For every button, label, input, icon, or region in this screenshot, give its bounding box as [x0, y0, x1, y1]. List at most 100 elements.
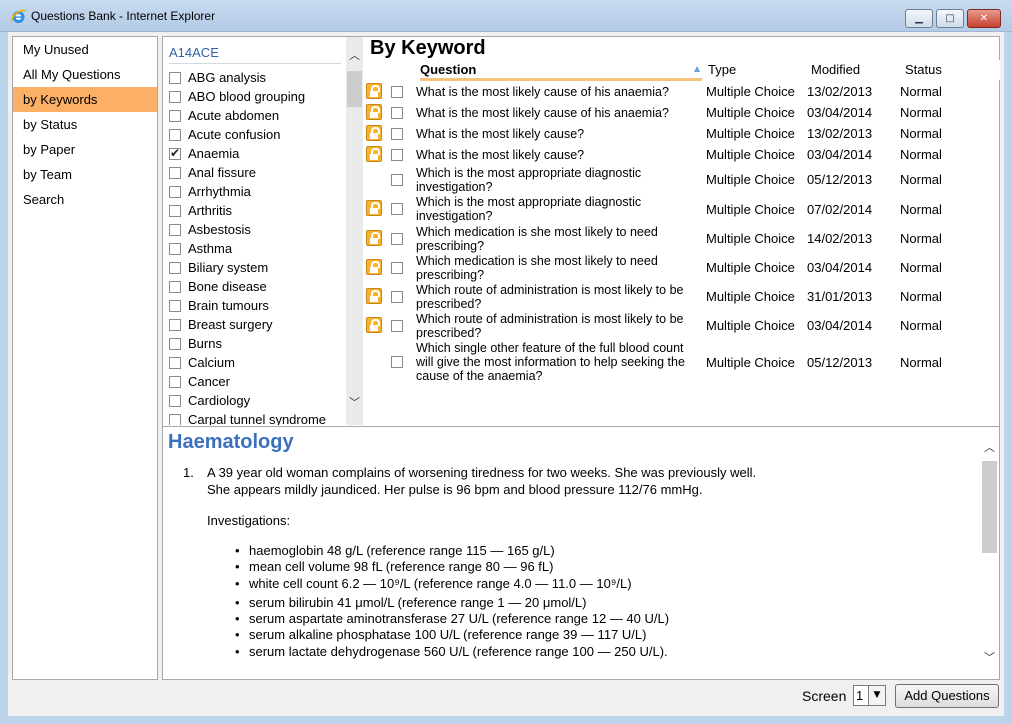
- scroll-up-icon[interactable]: ︿: [981, 439, 998, 456]
- question-checkbox[interactable]: [391, 356, 403, 368]
- keyword-checkbox[interactable]: [169, 71, 181, 84]
- keyword-item[interactable]: Biliary system: [163, 258, 347, 277]
- close-button[interactable]: ✕: [967, 9, 1001, 28]
- keyword-checkbox[interactable]: [169, 128, 181, 141]
- keyword-checkbox[interactable]: [169, 185, 181, 198]
- keyword-scrollbar[interactable]: ︿ ﹀: [346, 37, 363, 425]
- question-checkbox[interactable]: [391, 86, 403, 98]
- question-row[interactable]: Which is the most appropriate diagnostic…: [364, 194, 1000, 224]
- question-checkbox[interactable]: [391, 233, 403, 245]
- keyword-checkbox[interactable]: [169, 413, 181, 425]
- question-row[interactable]: What is the most likely cause of his ana…: [364, 102, 1000, 123]
- question-row[interactable]: Which medication is she most likely to n…: [364, 253, 1000, 282]
- question-row[interactable]: What is the most likely cause? Multiple C…: [364, 144, 1000, 165]
- chevron-down-icon[interactable]: ▼: [868, 686, 885, 705]
- nav-search[interactable]: Search: [13, 187, 157, 212]
- keyword-item[interactable]: Burns: [163, 334, 347, 353]
- keyword-checkbox[interactable]: [169, 299, 181, 312]
- keyword-checkbox[interactable]: [169, 242, 181, 255]
- nav-by-status[interactable]: by Status: [13, 112, 157, 137]
- keyword-item[interactable]: Cancer: [163, 372, 347, 391]
- question-modified: 03/04/2014: [807, 318, 873, 333]
- question-checkbox[interactable]: [391, 262, 403, 274]
- nav-my-unused[interactable]: My Unused: [13, 37, 157, 62]
- keyword-checkbox[interactable]: [169, 204, 181, 217]
- keyword-item[interactable]: Carpal tunnel syndrome: [163, 410, 347, 425]
- question-text: Which is the most appropriate diagnostic…: [416, 166, 642, 194]
- keyword-item[interactable]: Asthma: [163, 239, 347, 258]
- keyword-checkbox[interactable]: [169, 356, 181, 369]
- keyword-item[interactable]: Calcium: [163, 353, 347, 372]
- question-checkbox[interactable]: [391, 174, 403, 186]
- question-type: Multiple Choice: [706, 231, 795, 246]
- keyword-item[interactable]: Brain tumours: [163, 296, 347, 315]
- question-preview: Haematology 1. A 39 year old woman compl…: [163, 426, 999, 679]
- keyword-item[interactable]: Anal fissure: [163, 163, 347, 182]
- keyword-item[interactable]: Acute confusion: [163, 125, 347, 144]
- question-row[interactable]: What is the most likely cause? Multiple C…: [364, 123, 1000, 144]
- minimize-button[interactable]: ▁: [905, 9, 933, 28]
- screen-select[interactable]: 1 ▼: [853, 685, 886, 706]
- question-checkbox[interactable]: [391, 149, 403, 161]
- keyword-item[interactable]: Cardiology: [163, 391, 347, 410]
- keyword-checkbox[interactable]: [169, 337, 181, 350]
- column-header-type[interactable]: Type: [708, 62, 736, 77]
- keyword-checkbox[interactable]: [169, 90, 181, 103]
- column-header-modified[interactable]: Modified: [811, 62, 860, 77]
- keyword-checkbox[interactable]: [169, 166, 181, 179]
- keyword-panel: A14ACE ABG analysis ABO blood grouping Acu…: [163, 37, 363, 425]
- question-checkbox[interactable]: [391, 203, 403, 215]
- column-header-question[interactable]: Question: [420, 62, 702, 81]
- keyword-checkbox[interactable]: [169, 375, 181, 388]
- scroll-thumb[interactable]: [347, 71, 362, 107]
- keyword-label: Arrhythmia: [188, 184, 251, 199]
- question-row[interactable]: Which single other feature of the full b…: [364, 340, 1000, 384]
- nav-by-paper[interactable]: by Paper: [13, 137, 157, 162]
- scroll-down-icon[interactable]: ﹀: [346, 394, 363, 411]
- question-row[interactable]: Which route of administration is most li…: [364, 282, 1000, 311]
- keyword-item[interactable]: Acute abdomen: [163, 106, 347, 125]
- nav-by-team[interactable]: by Team: [13, 162, 157, 187]
- question-modified: 03/04/2014: [807, 105, 873, 120]
- investigation-item: serum aspartate aminotransferase 27 U/L …: [235, 611, 669, 626]
- keyword-item[interactable]: Arrhythmia: [163, 182, 347, 201]
- keyword-checkbox[interactable]: [169, 109, 181, 122]
- keyword-label: ABG analysis: [188, 70, 267, 85]
- question-checkbox[interactable]: [391, 291, 403, 303]
- add-questions-button[interactable]: Add Questions: [895, 684, 999, 708]
- preview-scrollbar[interactable]: ︿ ﹀: [981, 435, 998, 673]
- keyword-item[interactable]: Breast surgery: [163, 315, 347, 334]
- nav-by-keywords[interactable]: by Keywords: [13, 87, 157, 112]
- keyword-checkbox[interactable]: [169, 146, 181, 160]
- question-row[interactable]: Which route of administration is most li…: [364, 311, 1000, 340]
- keyword-checkbox[interactable]: [169, 280, 181, 293]
- keyword-label: Cancer: [188, 374, 230, 389]
- keyword-label: Carpal tunnel syndrome: [188, 412, 327, 425]
- keyword-item[interactable]: ABO blood grouping: [163, 87, 347, 106]
- question-type: Multiple Choice: [706, 84, 795, 99]
- keyword-label: Acute confusion: [188, 127, 281, 142]
- scroll-thumb[interactable]: [982, 461, 997, 553]
- keyword-item[interactable]: Arthritis: [163, 201, 347, 220]
- keyword-item[interactable]: Asbestosis: [163, 220, 347, 239]
- column-header-status[interactable]: Status: [905, 62, 942, 77]
- keyword-checkbox[interactable]: [169, 318, 181, 331]
- scroll-up-icon[interactable]: ︿: [346, 47, 363, 64]
- maximize-button[interactable]: □: [936, 9, 964, 28]
- question-checkbox[interactable]: [391, 128, 403, 140]
- keyword-item[interactable]: ABG analysis: [163, 68, 347, 87]
- question-row[interactable]: Which medication is she most likely to n…: [364, 224, 1000, 253]
- keyword-label: Asbestosis: [188, 222, 251, 237]
- question-row[interactable]: Which is the most appropriate diagnostic…: [364, 165, 1000, 194]
- question-modified: 14/02/2013: [807, 231, 873, 246]
- keyword-checkbox[interactable]: [169, 223, 181, 236]
- keyword-item[interactable]: Anaemia: [163, 144, 347, 163]
- question-checkbox[interactable]: [391, 320, 403, 332]
- nav-all-my-questions[interactable]: All My Questions: [13, 62, 157, 87]
- question-row[interactable]: What is the most likely cause of his ana…: [364, 81, 1000, 102]
- scroll-down-icon[interactable]: ﹀: [981, 649, 998, 666]
- keyword-checkbox[interactable]: [169, 394, 181, 407]
- keyword-checkbox[interactable]: [169, 261, 181, 274]
- question-checkbox[interactable]: [391, 107, 403, 119]
- keyword-item[interactable]: Bone disease: [163, 277, 347, 296]
